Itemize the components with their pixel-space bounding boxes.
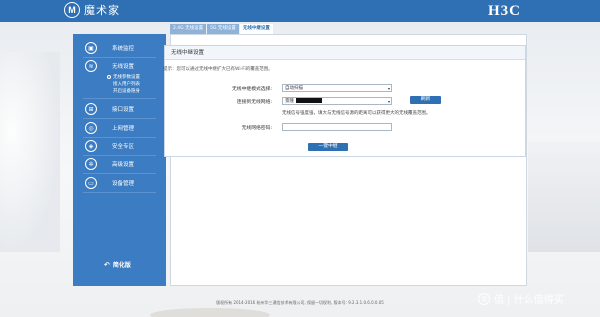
sidebar-item-label: 接口设置 xyxy=(112,107,135,113)
watermark: 值 值 | 什么值得买 xyxy=(478,291,564,306)
sidebar-item-label: 安全专区 xyxy=(112,144,135,150)
shield-icon: ◈ xyxy=(85,140,97,152)
one-click-relay-button[interactable]: 一键中继 xyxy=(308,143,348,151)
sidebar-item-system-monitor[interactable]: ▣ 系统监控 xyxy=(73,39,166,57)
radio-selected-icon xyxy=(107,74,111,79)
tab-5g-wireless[interactable]: 5G 无线设置 xyxy=(207,24,239,34)
network-label: 连接到无线网络: xyxy=(236,100,272,105)
sidebar-item-label: 无线设置 xyxy=(112,64,135,70)
password-input[interactable] xyxy=(282,123,392,131)
chevron-down-icon: ▾ xyxy=(387,86,390,91)
relay-mode-select[interactable]: 自动扫描 ▾ xyxy=(282,84,392,92)
nav-divider xyxy=(83,98,156,99)
signal-note: 无线信号强度强，填大与无线信号源的距离可以获得更大的无线覆盖范围。 xyxy=(282,111,431,116)
logo-text: 魔术家 xyxy=(84,4,120,17)
network-value: 景隆 xyxy=(285,99,294,104)
gear-icon: ✲ xyxy=(85,158,97,170)
tab-wireless-relay[interactable]: 无线中继设置 xyxy=(239,24,273,34)
wifi-icon: ≋ xyxy=(85,60,97,72)
sidebar-item-advanced[interactable]: ✲ 高级设置 xyxy=(73,155,166,173)
watermark-logo-icon: 值 xyxy=(478,292,490,305)
simplify-label: 简化版 xyxy=(112,262,131,269)
sidebar-item-device[interactable]: ▭ 设备管理 xyxy=(73,174,166,192)
logo-mark: M xyxy=(64,2,80,18)
sidebar-subitem-label: 开启设备隐身 xyxy=(113,89,140,94)
chevron-down-icon: ▾ xyxy=(387,99,390,104)
panel-title: 无线中继设置 xyxy=(165,46,525,60)
sidebar-subitem-label: 接入用户列表 xyxy=(113,82,140,87)
internet-icon: ◎ xyxy=(85,122,97,134)
interface-icon: ⊞ xyxy=(85,103,97,115)
brand-logo: H3C xyxy=(488,3,521,19)
nav-divider xyxy=(83,192,156,193)
sidebar: ▣ 系统监控 ≋ 无线设置 无线参数设置 接入用户列表 开启设备隐身 ⊞ 接口设… xyxy=(73,34,166,286)
background-table xyxy=(150,308,270,317)
relay-mode-value: 自动扫描 xyxy=(285,86,303,91)
logo: M 魔术家 xyxy=(64,2,120,18)
tab-bar: 2.4G 无线设置 5G 无线设置 无线中继设置 xyxy=(170,24,274,34)
refresh-button[interactable]: 刷新 xyxy=(410,96,441,104)
background-lamp xyxy=(0,52,60,252)
top-header: M 魔术家 H3C xyxy=(0,0,600,22)
sidebar-item-label: 设备管理 xyxy=(112,181,135,187)
sidebar-subitem-label: 无线参数设置 xyxy=(113,75,140,80)
sidebar-item-interface[interactable]: ⊞ 接口设置 xyxy=(73,100,166,118)
network-select[interactable]: 景隆 ▾ xyxy=(282,97,392,105)
password-label: 无线网络密码: xyxy=(241,126,272,131)
simplify-mode-button[interactable]: ↶ 简化版 xyxy=(104,260,131,270)
undo-icon: ↶ xyxy=(104,260,110,269)
hint-text: 提示：您可以通过无线中继扩大已有Wi-Fi的覆盖范围。 xyxy=(163,67,273,72)
sidebar-item-internet[interactable]: ◎ 上网管理 xyxy=(73,119,166,137)
sidebar-subitem-wireless-params[interactable]: 无线参数设置 xyxy=(107,74,167,81)
sidebar-item-security[interactable]: ◈ 安全专区 xyxy=(73,137,166,155)
redacted-ssid xyxy=(296,98,322,103)
sidebar-item-label: 系统监控 xyxy=(112,46,135,52)
mode-label: 无线中继模式选择: xyxy=(232,87,272,92)
tab-24g-wireless[interactable]: 2.4G 无线设置 xyxy=(170,24,207,34)
sidebar-item-wireless[interactable]: ≋ 无线设置 xyxy=(73,57,166,75)
sidebar-item-label: 上网管理 xyxy=(112,126,135,132)
sidebar-item-label: 高级设置 xyxy=(112,162,135,168)
background-shelf xyxy=(528,142,600,252)
device-icon: ▭ xyxy=(85,177,97,189)
watermark-text: 值 | 什么值得买 xyxy=(494,295,564,306)
monitor-icon: ▣ xyxy=(85,42,97,54)
